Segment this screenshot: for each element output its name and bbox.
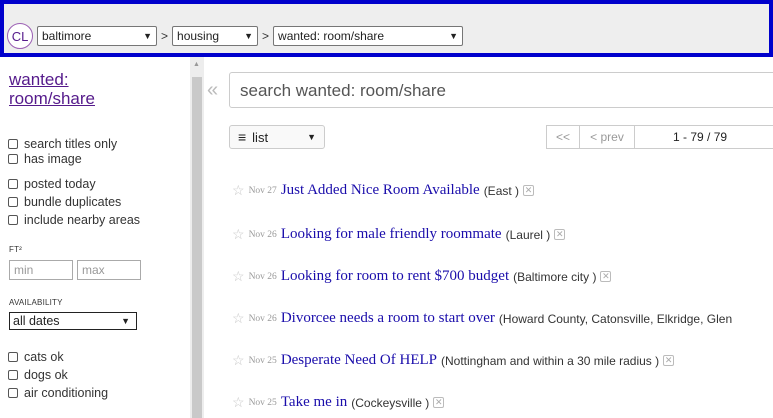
- listing-location: (Baltimore city ): [513, 269, 597, 284]
- option-label: search titles only: [24, 137, 118, 151]
- option-cats-ok[interactable]: cats ok: [8, 350, 64, 364]
- listing-row: ☆ Nov 26 Looking for room to rent $700 b…: [232, 268, 612, 285]
- listing-row: ☆ Nov 25 Desperate Need Of HELP (Notting…: [232, 352, 675, 369]
- section-select[interactable]: housing ▼: [172, 26, 259, 46]
- option-bundle-duplicates[interactable]: bundle duplicates: [8, 195, 121, 209]
- checkbox[interactable]: [8, 215, 18, 225]
- category-select-value: wanted: room/share: [278, 29, 385, 43]
- search-filters-sidebar: wanted: room/share search titles only ha…: [0, 57, 190, 418]
- chevron-down-icon: ▼: [121, 316, 130, 326]
- availability-select-value: all dates: [13, 314, 60, 328]
- checkbox[interactable]: [8, 352, 18, 362]
- list-icon: ≡: [238, 129, 247, 145]
- listing-row: ☆ Nov 27 Just Added Nice Room Available …: [232, 182, 535, 199]
- star-icon[interactable]: ☆: [232, 268, 245, 285]
- checkbox[interactable]: [8, 370, 18, 380]
- listing-date: Nov 25: [248, 397, 277, 408]
- breadcrumb: CL baltimore ▼ > housing ▼ > wanted: roo…: [7, 23, 464, 49]
- listing-date: Nov 26: [248, 229, 277, 240]
- results-range: 1 - 79 / 79: [635, 125, 773, 149]
- checkbox[interactable]: [8, 139, 18, 149]
- hide-listing-icon[interactable]: ✕: [554, 229, 566, 240]
- listing-location: (Nottingham and within a 30 mile radius …: [441, 353, 660, 368]
- star-icon[interactable]: ☆: [232, 310, 245, 327]
- breadcrumb-separator: >: [161, 29, 169, 43]
- prev-page-button[interactable]: < prev: [580, 125, 635, 149]
- breadcrumb-bar: CL baltimore ▼ > housing ▼ > wanted: roo…: [0, 0, 773, 57]
- listing-title-link[interactable]: Just Added Nice Room Available: [281, 182, 480, 199]
- option-include-nearby-areas[interactable]: include nearby areas: [8, 213, 140, 227]
- scrollbar-thumb[interactable]: [192, 77, 202, 418]
- checkbox[interactable]: [8, 154, 18, 164]
- star-icon[interactable]: ☆: [232, 182, 245, 199]
- collapse-sidebar-icon[interactable]: «: [207, 79, 218, 102]
- option-label: posted today: [24, 177, 96, 191]
- star-icon[interactable]: ☆: [232, 226, 245, 243]
- listing-location: (Laurel ): [505, 227, 551, 242]
- listing-row: ☆ Nov 26 Divorcee needs a room to start …: [232, 310, 736, 327]
- listing-title-link[interactable]: Divorcee needs a room to start over: [281, 310, 495, 327]
- first-page-button[interactable]: <<: [546, 125, 580, 149]
- listing-title-link[interactable]: Looking for room to rent $700 budget: [281, 268, 509, 285]
- hide-listing-icon[interactable]: ✕: [433, 397, 445, 408]
- section-select-value: housing: [177, 29, 220, 43]
- option-label: has image: [24, 152, 82, 166]
- option-label: bundle duplicates: [24, 195, 122, 209]
- option-air-conditioning[interactable]: air conditioning: [8, 386, 108, 400]
- sidebar-scrollbar[interactable]: ▲: [190, 57, 204, 418]
- availability-select[interactable]: all dates ▼: [9, 312, 137, 330]
- caret-down-icon: ▼: [307, 132, 316, 142]
- category-select[interactable]: wanted: room/share ▼: [273, 26, 464, 46]
- option-label: air conditioning: [24, 386, 109, 400]
- chevron-down-icon: ▼: [449, 31, 459, 41]
- option-search-titles-only[interactable]: search titles only: [8, 137, 117, 151]
- listing-date: Nov 27: [248, 185, 277, 196]
- listing-date: Nov 26: [248, 313, 277, 324]
- star-icon[interactable]: ☆: [232, 352, 245, 369]
- listing-title-link[interactable]: Take me in: [281, 394, 347, 411]
- option-label: include nearby areas: [24, 213, 141, 227]
- option-label: dogs ok: [24, 368, 68, 382]
- listing-location: (East ): [483, 183, 520, 198]
- listing-location: (Howard County, Catonsville, Elkridge, G…: [498, 311, 733, 326]
- category-title-link[interactable]: wanted: room/share: [9, 70, 129, 108]
- breadcrumb-separator: >: [262, 29, 270, 43]
- listing-title-link[interactable]: Looking for male friendly roommate: [281, 226, 502, 243]
- sqft-max-input[interactable]: max: [77, 260, 141, 280]
- chevron-down-icon: ▼: [244, 31, 254, 41]
- listing-date: Nov 26: [248, 271, 277, 282]
- sqft-label: FT²: [9, 245, 23, 254]
- area-select[interactable]: baltimore ▼: [37, 26, 157, 46]
- checkbox[interactable]: [8, 179, 18, 189]
- availability-label: AVAILABILITY: [9, 298, 63, 307]
- listing-title-link[interactable]: Desperate Need Of HELP: [281, 352, 437, 369]
- option-label: cats ok: [24, 350, 64, 364]
- hide-listing-icon[interactable]: ✕: [600, 271, 612, 282]
- listing-location: (Cockeysville ): [351, 395, 430, 410]
- search-input[interactable]: search wanted: room/share: [229, 72, 773, 108]
- option-dogs-ok[interactable]: dogs ok: [8, 368, 68, 382]
- option-posted-today[interactable]: posted today: [8, 177, 96, 191]
- sqft-min-input[interactable]: min: [9, 260, 73, 280]
- checkbox[interactable]: [8, 388, 18, 398]
- view-mode-label: list: [252, 129, 269, 145]
- scroll-up-arrow-icon[interactable]: ▲: [193, 61, 200, 68]
- view-mode-select[interactable]: ≡ list ▼: [229, 125, 325, 149]
- checkbox[interactable]: [8, 197, 18, 207]
- pagination: << < prev 1 - 79 / 79: [546, 125, 773, 149]
- craigslist-logo[interactable]: CL: [7, 23, 33, 49]
- listing-date: Nov 25: [248, 355, 277, 366]
- chevron-down-icon: ▼: [143, 31, 152, 41]
- option-has-image[interactable]: has image: [8, 152, 82, 166]
- area-select-value: baltimore: [42, 29, 92, 43]
- star-icon[interactable]: ☆: [232, 394, 245, 411]
- listing-row: ☆ Nov 25 Take me in (Cockeysville ) ✕: [232, 394, 445, 411]
- hide-listing-icon[interactable]: ✕: [663, 355, 675, 366]
- listing-row: ☆ Nov 26 Looking for male friendly roomm…: [232, 226, 566, 243]
- hide-listing-icon[interactable]: ✕: [523, 185, 535, 196]
